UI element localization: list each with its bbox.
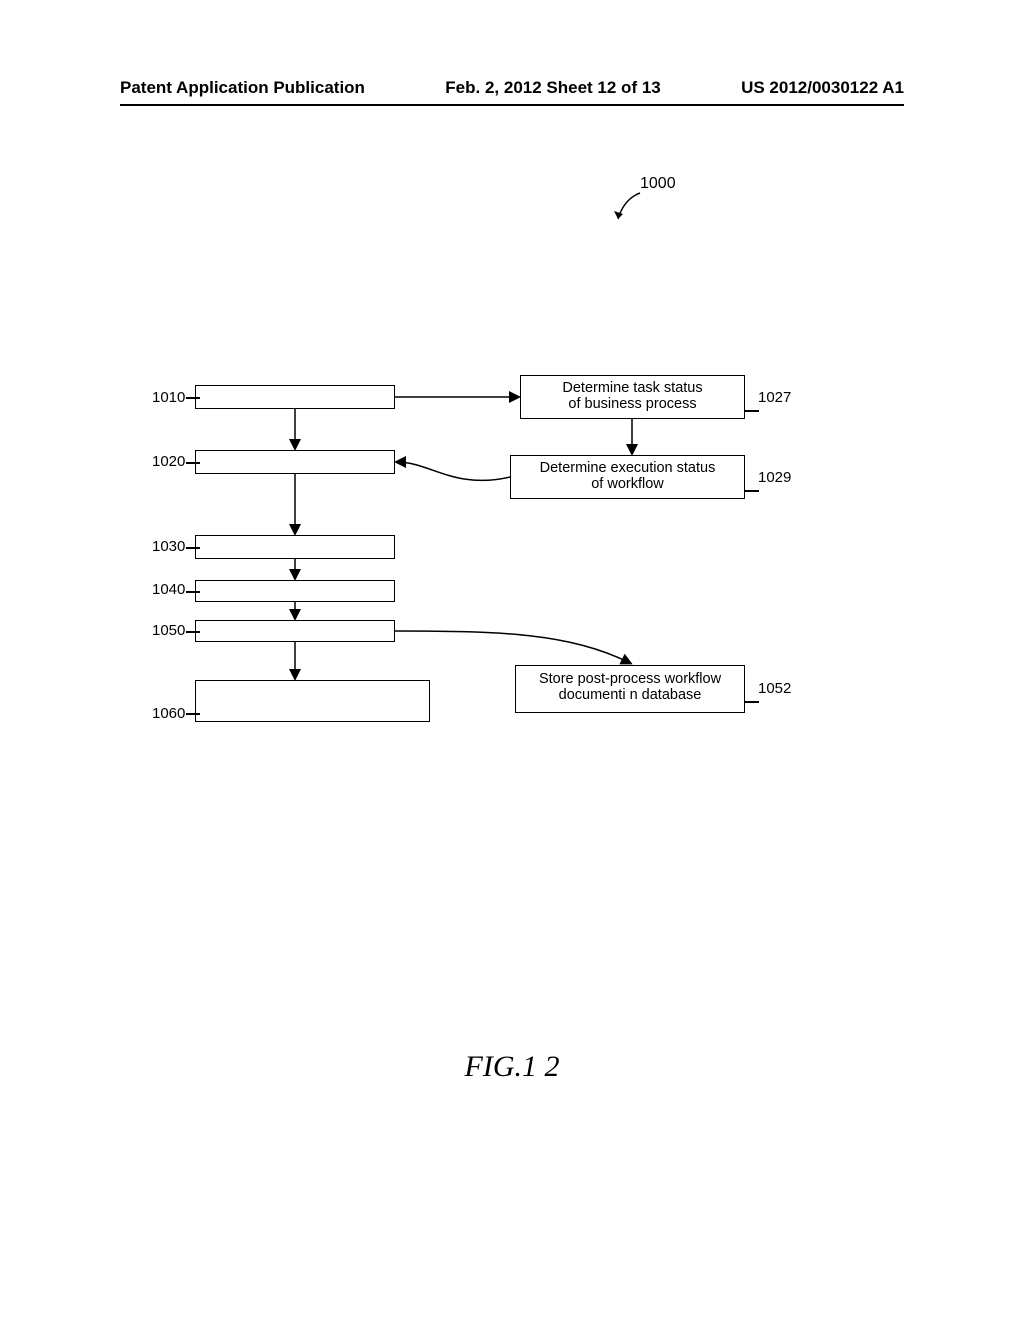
flow-connectors <box>0 175 1024 875</box>
ref-1010: 1010 <box>152 389 185 406</box>
box-1052-line1: Store post-process workflow <box>539 671 721 687</box>
box-1029-line1: Determine execution status <box>540 460 716 476</box>
tick-1052 <box>745 701 759 703</box>
box-1027-line1: Determine task status <box>562 380 702 396</box>
figure-label: FIG.1 2 <box>0 1050 1024 1084</box>
box-1029-line2: of workflow <box>591 476 664 492</box>
ref-1060: 1060 <box>152 705 185 722</box>
ref-1000-leader <box>612 191 648 227</box>
tick-1010 <box>186 397 200 399</box>
page-header: Patent Application Publication Feb. 2, 2… <box>120 78 904 106</box>
tick-1030 <box>186 547 200 549</box>
ref-1050: 1050 <box>152 622 185 639</box>
ref-1029: 1029 <box>758 469 791 486</box>
tick-1020 <box>186 462 200 464</box>
box-1029: Determine execution status of workflow <box>510 455 745 499</box>
header-left: Patent Application Publication <box>120 78 365 98</box>
box-1027-line2: of business process <box>568 396 696 412</box>
tick-1029 <box>745 490 759 492</box>
box-1052-line2: documenti n database <box>559 687 702 703</box>
box-1027: Determine task status of business proces… <box>520 375 745 419</box>
tick-1050 <box>186 631 200 633</box>
ref-1040: 1040 <box>152 581 185 598</box>
tick-1060 <box>186 713 200 715</box>
box-1060 <box>195 680 430 722</box>
header-right: US 2012/0030122 A1 <box>741 78 904 98</box>
ref-1030: 1030 <box>152 538 185 555</box>
ref-1000: 1000 <box>640 175 676 193</box>
box-1030 <box>195 535 395 559</box>
box-1010 <box>195 385 395 409</box>
ref-1052: 1052 <box>758 680 791 697</box>
box-1052: Store post-process workflow documenti n … <box>515 665 745 713</box>
figure-area: Determine task status of business proces… <box>0 175 1024 875</box>
ref-1000-text: 1000 <box>640 175 676 192</box>
box-1020 <box>195 450 395 474</box>
ref-1020: 1020 <box>152 453 185 470</box>
ref-1027: 1027 <box>758 389 791 406</box>
tick-1027 <box>745 410 759 412</box>
header-center: Feb. 2, 2012 Sheet 12 of 13 <box>445 78 660 98</box>
box-1040 <box>195 580 395 602</box>
tick-1040 <box>186 591 200 593</box>
box-1050 <box>195 620 395 642</box>
